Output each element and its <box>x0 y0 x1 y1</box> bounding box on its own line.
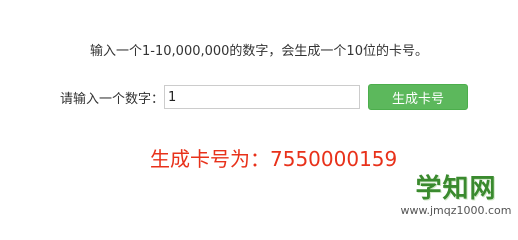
instruction-text: 输入一个1-10,000,000的数字，会生成一个10位的卡号。 <box>90 44 428 59</box>
number-input-label: 请输入一个数字： <box>60 91 165 107</box>
watermark-url: www.jmqz1000.com <box>400 204 512 217</box>
number-input[interactable] <box>164 85 361 109</box>
site-watermark: 学知网 www.jmqz1000.com <box>400 174 512 217</box>
result-text: 生成卡号为：7550000159 <box>150 147 398 171</box>
watermark-logo-text: 学知网 <box>415 174 497 204</box>
generate-card-button[interactable]: 生成卡号 <box>368 84 469 110</box>
number-input-row: 请输入一个数字： 生成卡号 <box>60 84 469 110</box>
